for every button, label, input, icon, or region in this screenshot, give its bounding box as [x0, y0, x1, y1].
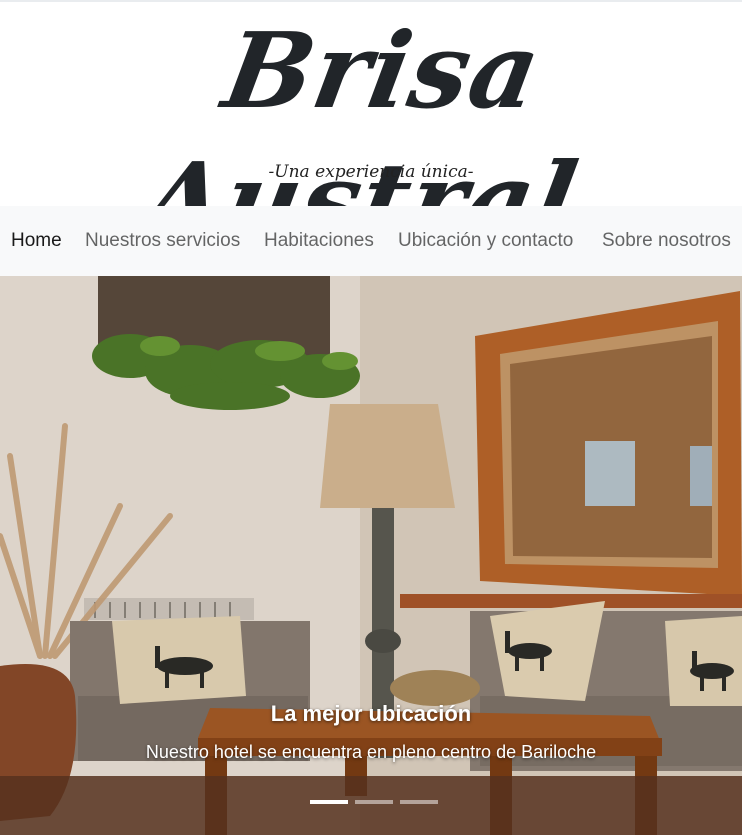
nav-link-sobre-nosotros[interactable]: Sobre nosotros	[602, 228, 731, 254]
nav-link-home[interactable]: Home	[11, 228, 62, 254]
carousel-caption-text: Nuestro hotel se encuentra en pleno cent…	[145, 742, 597, 762]
carousel-indicator-1[interactable]	[310, 800, 348, 804]
site-tagline: -Una experiencia única-	[268, 162, 474, 182]
nav-list: Home Nuestros servicios Habitaciones Ubi…	[0, 206, 742, 276]
carousel-indicator-3[interactable]	[400, 800, 438, 804]
site-header: Brisa Austral -Una experiencia única-	[0, 0, 742, 262]
carousel-caption-title: La mejor ubicación	[270, 701, 472, 726]
hero-carousel[interactable]: La mejor ubicación Nuestro hotel se encu…	[0, 276, 742, 835]
main-navbar: Home Nuestros servicios Habitaciones Ubi…	[0, 206, 742, 276]
nav-link-habitaciones[interactable]: Habitaciones	[264, 228, 374, 254]
nav-link-ubicacion[interactable]: Ubicación y contacto	[398, 228, 573, 254]
carousel-indicator-2[interactable]	[355, 800, 393, 804]
carousel-indicators	[0, 800, 742, 808]
nav-link-servicios[interactable]: Nuestros servicios	[85, 228, 240, 254]
